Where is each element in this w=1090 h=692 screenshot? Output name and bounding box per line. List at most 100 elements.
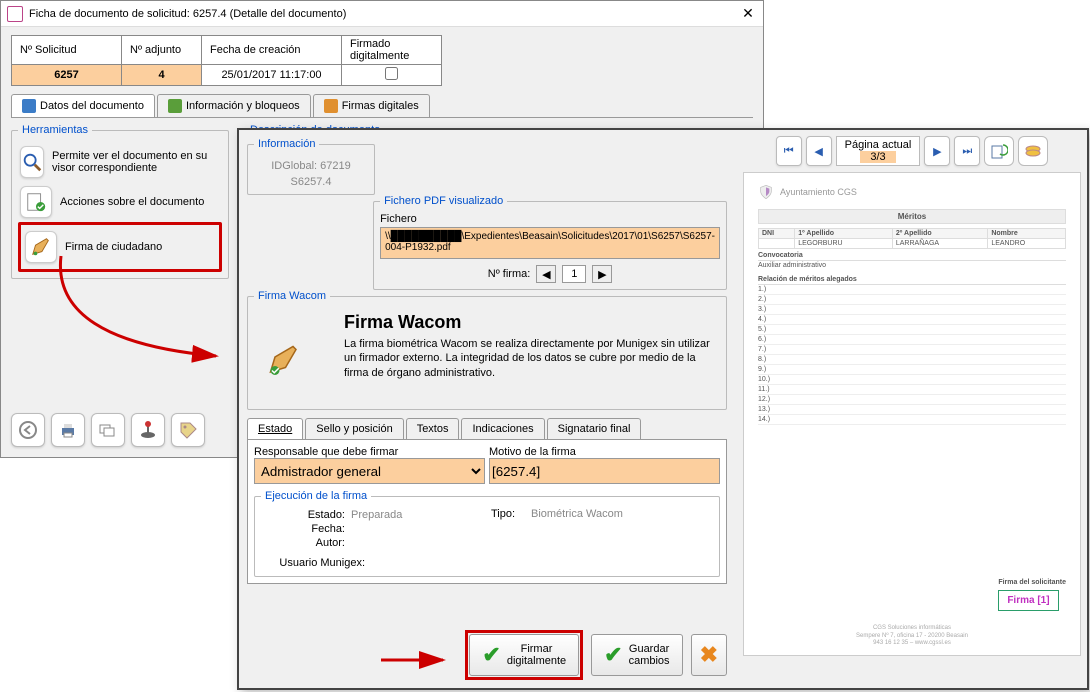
tool-visor[interactable]: Permite ver el documento en su visor cor… [18,142,222,182]
tag-icon[interactable] [171,413,205,447]
wacom-sign-icon [266,342,302,381]
check-icon: ✔ [482,643,500,667]
tab-sello[interactable]: Sello y posición [305,418,403,439]
tipo-value: Biométrica Wacom [531,508,623,520]
num-firma-label: Nº firma: [488,268,531,280]
wacom-title: Firma Wacom [344,312,720,333]
idglobal-text: IDGlobal: 67219 [254,160,368,172]
val-fecha: 25/01/2017 11:17:00 [202,65,342,86]
page-prev-icon[interactable]: ◀ [806,136,832,166]
tab-textos[interactable]: Textos [406,418,460,439]
estado-tab-content: Responsable que debe firmar Admistrador … [247,440,727,584]
val-num-adjunto: 4 [122,65,202,86]
pen-sign-icon [25,231,57,263]
herramientas-legend: Herramientas [18,124,92,136]
wacom-legend: Firma Wacom [254,290,330,302]
spin-prev-icon[interactable]: ◀ [536,265,556,283]
doc-footer: CGS Soluciones informáticas Sempere Nº 7… [744,625,1080,647]
actions-icon [20,186,52,218]
fichero-path[interactable]: \\██████████\Expedientes\Beasain\Solicit… [380,227,720,259]
val-firmado [342,65,442,86]
applicant-table: DNI1º Apellido2º ApellidoNombre LEGORBUR… [758,228,1066,249]
col-num-adjunto: Nº adjunto [122,36,202,65]
estado-label: Estado: [261,509,351,521]
close-icon[interactable]: ✕ [739,5,757,22]
motivo-label: Motivo de la firma [489,446,720,458]
wacom-desc: La firma biométrica Wacom se realiza dir… [344,337,720,380]
guardar-button[interactable]: ✔ Guardarcambios [591,634,682,676]
doc-section-meritos: Méritos [758,209,1066,224]
tab-estado[interactable]: Estado [247,418,303,439]
tab-signatario[interactable]: Signatario final [547,418,642,439]
col-firmado: Firmado digitalmente [342,36,442,65]
cancel-icon: ✖ [700,643,718,667]
ejecucion-fieldset: Ejecución de la firma Estado:Preparada T… [254,490,720,577]
magnifier-icon [20,146,44,178]
col-fecha: Fecha de creación [202,36,342,65]
wacom-fieldset: Firma Wacom Firma Wacom La firma biométr… [247,290,727,410]
joystick-icon[interactable] [131,413,165,447]
usuario-munigex-label: Usuario Munigex: [261,557,371,569]
signing-dialog: Información IDGlobal: 67219 S6257.4 Fich… [237,128,1089,690]
firma-placeholder: Firma [1] [998,590,1058,611]
signature-icon [324,99,338,113]
convocatoria-value: Auxiliar administrativo [758,261,1066,270]
window-title: Ficha de documento de solicitud: 6257.4 … [29,8,739,20]
firmar-button[interactable]: ✔ Firmardigitalmente [469,634,579,676]
tool-visor-label: Permite ver el documento en su visor cor… [52,150,220,174]
titlebar: Ficha de documento de solicitud: 6257.4 … [1,1,763,27]
document-preview: Ayuntamiento CGS Méritos DNI1º Apellido2… [743,172,1081,656]
guardar-label: Guardarcambios [629,643,670,667]
print-icon[interactable] [51,413,85,447]
page-label: Página actual [845,139,912,151]
cancel-button[interactable]: ✖ [691,634,727,676]
motivo-input[interactable] [489,458,720,484]
page-current: 3/3 [860,151,895,163]
tab-datos-label: Datos del documento [40,100,144,112]
tab-indicaciones[interactable]: Indicaciones [461,418,544,439]
page-next-icon[interactable]: ▶ [924,136,950,166]
info-fieldset: Información IDGlobal: 67219 S6257.4 [247,138,375,195]
fecha-label: Fecha: [261,523,351,535]
tab-firmas-label: Firmas digitales [342,100,419,112]
tab-firmas-digitales[interactable]: Firmas digitales [313,94,430,117]
org-name: Ayuntamiento CGS [780,187,857,197]
app-icon [7,6,23,22]
estado-value: Preparada [351,509,402,521]
convocatoria-label: Convocatoria [758,252,1066,261]
pdf-legend: Fichero PDF visualizado [380,195,507,207]
fichero-label: Fichero [380,213,720,225]
highlight-firmar: ✔ Firmardigitalmente [465,630,583,680]
info-icon [22,99,36,113]
main-tabs: Datos del documento Información y bloque… [11,94,753,118]
tab-info-label: Información y bloqueos [186,100,300,112]
book-icon [168,99,182,113]
tool-firma-ciudadano[interactable]: Firma de ciudadano [23,227,217,267]
pdf-fieldset: Fichero PDF visualizado Fichero \\██████… [373,195,727,290]
tab-datos-documento[interactable]: Datos del documento [11,94,155,117]
tab-info-bloqueos[interactable]: Información y bloqueos [157,94,311,117]
relacion-meritos-label: Relación de méritos alegados [758,276,1066,285]
preview-refresh-icon[interactable] [984,136,1014,166]
firmado-checkbox[interactable] [385,67,398,80]
shield-icon [758,183,774,201]
ejecucion-legend: Ejecución de la firma [261,490,371,502]
val-num-solicitud: 6257 [12,65,122,86]
tool-acciones[interactable]: Acciones sobre el documento [18,182,222,222]
responsable-select[interactable]: Admistrador general [254,458,485,484]
doc-header-table: Nº Solicitud Nº adjunto Fecha de creació… [11,35,442,86]
page-last-icon[interactable]: ⏭ [954,136,980,166]
autor-label: Autor: [261,537,351,549]
preview-pane: ⏮ ◀ Página actual 3/3 ▶ ⏭ Ayuntamiento C… [737,130,1087,688]
tool-firma-label: Firma de ciudadano [65,241,162,253]
highlight-firma-ciudadano: Firma de ciudadano [18,222,222,272]
back-icon[interactable] [11,413,45,447]
tipo-label: Tipo: [491,508,515,520]
page-indicator: Página actual 3/3 [836,136,921,166]
bottom-toolbar [11,413,205,447]
col-num-solicitud: Nº Solicitud [12,36,122,65]
spin-next-icon[interactable]: ▶ [592,265,612,283]
preview-coins-icon[interactable] [1018,136,1048,166]
page-first-icon[interactable]: ⏮ [776,136,802,166]
gallery-icon[interactable] [91,413,125,447]
